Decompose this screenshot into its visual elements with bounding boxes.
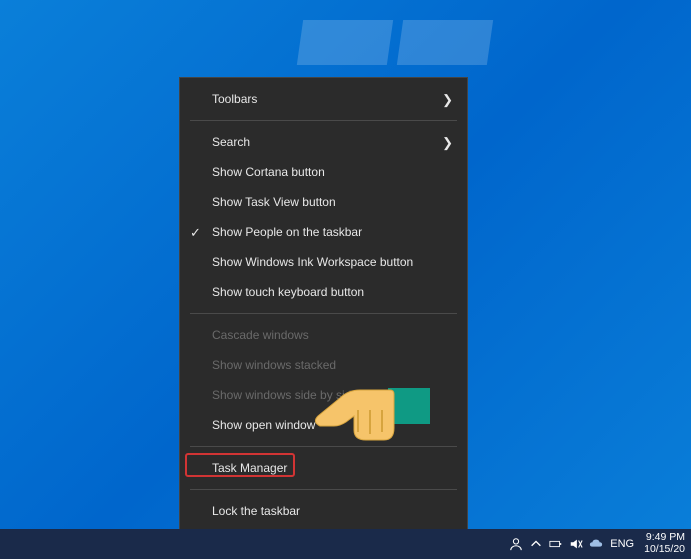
- system-clock[interactable]: 9:49 PM 10/15/20: [638, 532, 691, 555]
- people-icon[interactable]: [506, 529, 526, 559]
- menu-label: Task Manager: [212, 461, 287, 475]
- menu-label: Toolbars: [212, 92, 257, 106]
- menu-item-show-touch-keyboard[interactable]: Show touch keyboard button: [180, 277, 467, 307]
- menu-label: Show Windows Ink Workspace button: [212, 255, 413, 269]
- menu-divider: [190, 313, 457, 314]
- menu-item-show-people[interactable]: ✓ Show People on the taskbar: [180, 217, 467, 247]
- language-indicator[interactable]: ENG: [606, 538, 638, 550]
- menu-label: Show open window: [212, 418, 315, 432]
- menu-label: Show touch keyboard button: [212, 285, 364, 299]
- chevron-right-icon: ❯: [442, 135, 453, 151]
- menu-label: Show Cortana button: [212, 165, 325, 179]
- menu-item-show-cortana[interactable]: Show Cortana button: [180, 157, 467, 187]
- menu-item-lock-taskbar[interactable]: Lock the taskbar: [180, 496, 467, 526]
- chevron-right-icon: ❯: [442, 92, 453, 108]
- battery-icon[interactable]: [546, 529, 566, 559]
- taskbar-context-menu: Toolbars ❯ Search ❯ Show Cortana button …: [179, 77, 468, 559]
- menu-label: Lock the taskbar: [212, 504, 300, 518]
- menu-divider: [190, 489, 457, 490]
- menu-label: Show People on the taskbar: [212, 225, 362, 239]
- pointer-hand-icon: [310, 370, 430, 460]
- menu-item-show-task-view[interactable]: Show Task View button: [180, 187, 467, 217]
- onedrive-icon[interactable]: [586, 529, 606, 559]
- menu-label: Show Task View button: [212, 195, 336, 209]
- volume-icon[interactable]: [566, 529, 586, 559]
- menu-label: Cascade windows: [212, 328, 309, 342]
- language-label: ENG: [610, 538, 634, 550]
- desktop: Toolbars ❯ Search ❯ Show Cortana button …: [0, 0, 691, 559]
- clock-date: 10/15/20: [644, 544, 685, 556]
- menu-item-show-ink[interactable]: Show Windows Ink Workspace button: [180, 247, 467, 277]
- menu-item-search[interactable]: Search ❯: [180, 127, 467, 157]
- tray-chevron-up-icon[interactable]: [526, 529, 546, 559]
- menu-divider: [190, 120, 457, 121]
- menu-item-toolbars[interactable]: Toolbars ❯: [180, 84, 467, 114]
- menu-item-cascade: Cascade windows: [180, 320, 467, 350]
- menu-label: Search: [212, 135, 250, 149]
- taskbar[interactable]: ENG 9:49 PM 10/15/20: [0, 529, 691, 559]
- check-icon: ✓: [190, 225, 201, 241]
